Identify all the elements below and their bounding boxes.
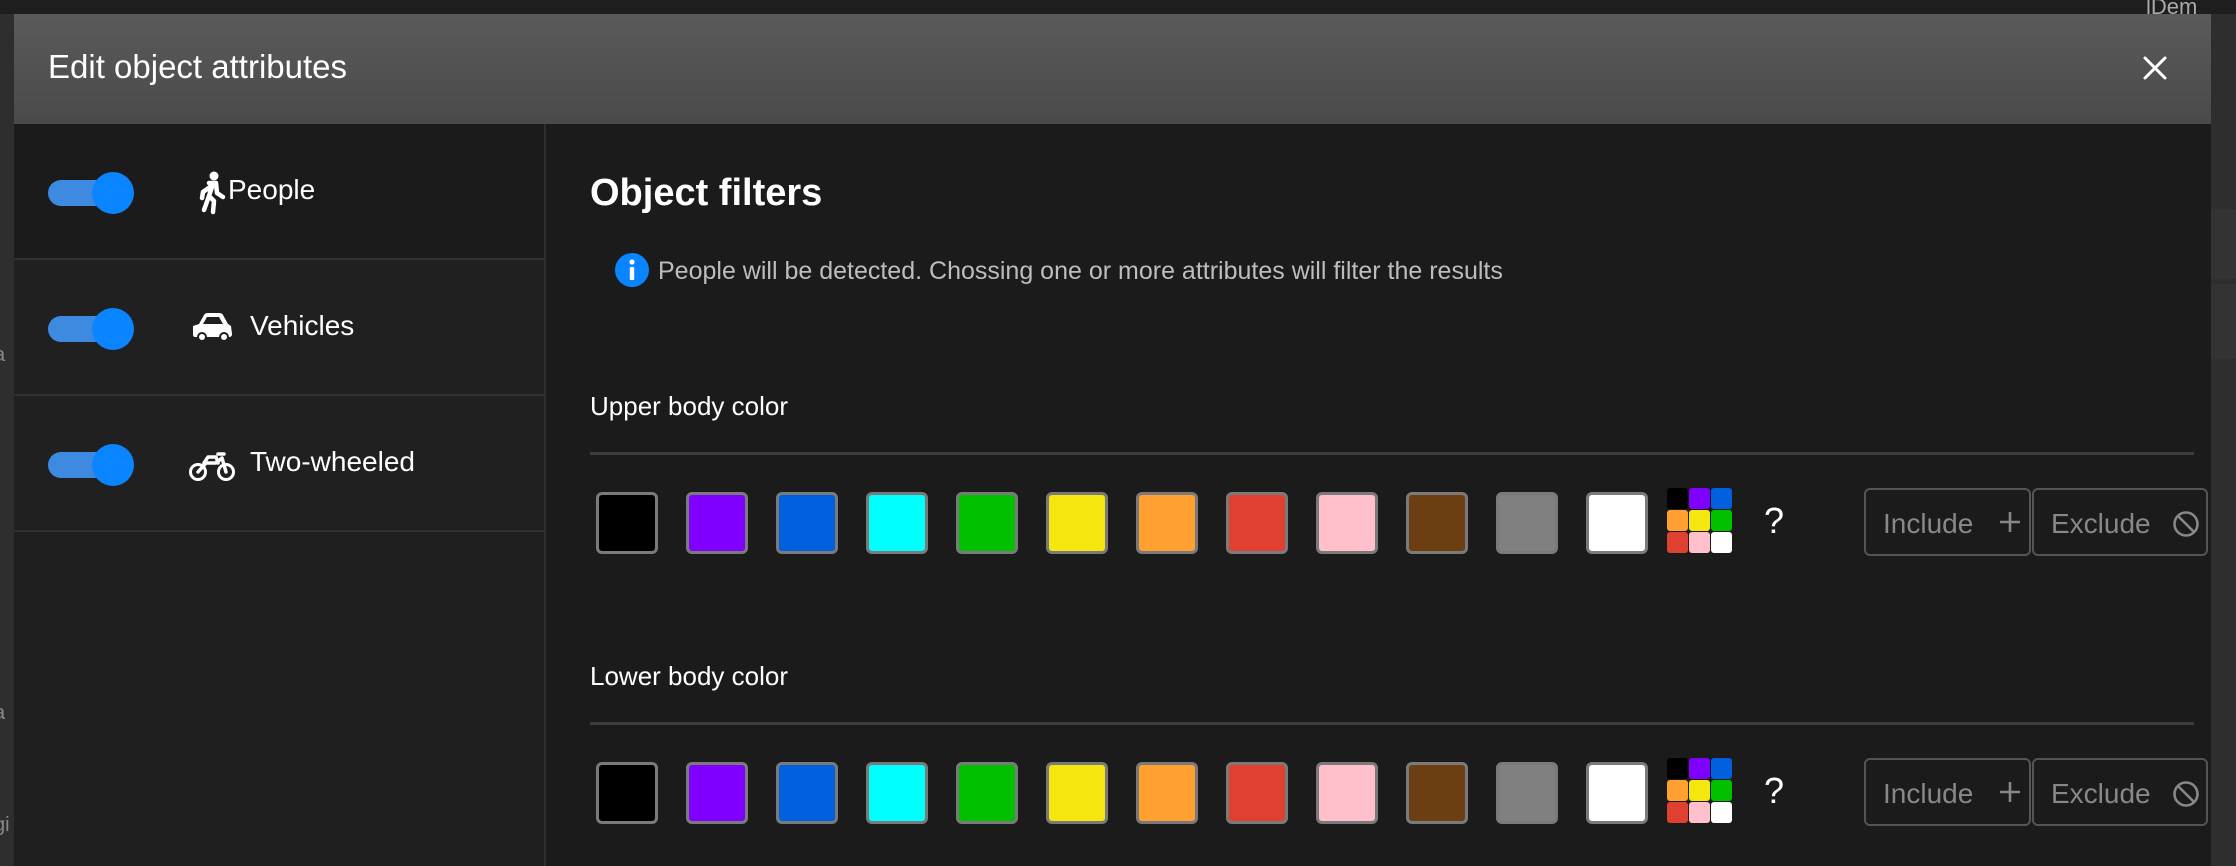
color-swatch-yellow[interactable] xyxy=(1046,762,1108,824)
multicolor-swatch[interactable] xyxy=(1667,758,1733,824)
color-swatch-red[interactable] xyxy=(1226,492,1288,554)
toggle-knob xyxy=(92,444,134,486)
motorcycle-icon xyxy=(189,452,235,481)
background-left-panel: i a a gi xyxy=(0,14,14,866)
color-swatch-blue[interactable] xyxy=(776,492,838,554)
section-divider xyxy=(590,722,2194,725)
color-swatch-blue[interactable] xyxy=(776,762,838,824)
panel-title: Object filters xyxy=(590,172,823,214)
color-swatch-gray[interactable] xyxy=(1496,492,1558,554)
include-label: Include xyxy=(1883,778,1974,809)
exclude-label: Exclude xyxy=(2051,778,2151,809)
unknown-color-option[interactable]: ? xyxy=(1764,770,1784,812)
background-fragment: a xyxy=(0,344,5,367)
color-swatch-cyan[interactable] xyxy=(866,762,928,824)
plus-icon xyxy=(2000,782,2020,802)
color-swatch-purple[interactable] xyxy=(686,762,748,824)
background-fragment: a xyxy=(0,702,5,725)
sidebar-item-vehicles[interactable]: Vehicles xyxy=(14,260,544,396)
upper-body-color-row: ? Include Exclude xyxy=(590,478,2208,558)
background-user-label: lDem xyxy=(2146,0,2198,14)
edit-object-attributes-dialog: Edit object attributes People Vehicles T… xyxy=(14,14,2211,866)
color-swatch-pink[interactable] xyxy=(1316,762,1378,824)
dialog-header: Edit object attributes xyxy=(14,14,2211,124)
exclude-button[interactable]: Exclude xyxy=(2032,488,2208,556)
include-label: Include xyxy=(1883,508,1974,539)
color-swatch-red[interactable] xyxy=(1226,762,1288,824)
include-button[interactable]: Include xyxy=(1864,488,2031,556)
color-swatch-yellow[interactable] xyxy=(1046,492,1108,554)
color-swatch-black[interactable] xyxy=(596,762,658,824)
background-right-panel xyxy=(2211,14,2236,866)
info-message: People will be detected. Chossing one or… xyxy=(658,257,1503,285)
lower-body-color-label: Lower body color xyxy=(590,661,788,691)
include-button[interactable]: Include xyxy=(1864,758,2031,826)
background-app-bar xyxy=(0,0,2236,14)
background-row xyxy=(2211,284,2236,359)
object-filters-panel: Object filters People will be detected. … xyxy=(574,124,2208,866)
block-icon xyxy=(2173,781,2199,807)
sidebar-item-label: Two-wheeled xyxy=(250,446,415,477)
color-swatch-white[interactable] xyxy=(1586,762,1648,824)
sidebar-item-label: People xyxy=(228,174,316,205)
color-swatch-brown[interactable] xyxy=(1406,762,1468,824)
color-swatch-green[interactable] xyxy=(956,492,1018,554)
color-swatch-pink[interactable] xyxy=(1316,492,1378,554)
people-toggle[interactable] xyxy=(48,168,134,216)
sidebar-item-label: Vehicles xyxy=(250,310,355,341)
background-row xyxy=(2211,209,2236,279)
sidebar-item-two-wheeled[interactable]: Two-wheeled xyxy=(14,396,544,532)
multicolor-swatch[interactable] xyxy=(1667,488,1733,554)
color-swatch-brown[interactable] xyxy=(1406,492,1468,554)
info-icon xyxy=(615,253,649,287)
close-icon[interactable] xyxy=(2137,50,2173,86)
object-type-sidebar: People Vehicles Two-wheeled xyxy=(14,124,546,866)
two-wheeled-toggle[interactable] xyxy=(48,440,134,488)
dialog-title: Edit object attributes xyxy=(48,48,347,85)
upper-body-color-label: Upper body color xyxy=(590,391,788,421)
toggle-knob xyxy=(92,172,134,214)
section-divider xyxy=(590,452,2194,455)
vehicles-toggle[interactable] xyxy=(48,304,134,352)
color-swatch-black[interactable] xyxy=(596,492,658,554)
color-swatch-green[interactable] xyxy=(956,762,1018,824)
sidebar-item-people[interactable]: People xyxy=(14,124,544,260)
color-swatch-orange[interactable] xyxy=(1136,762,1198,824)
block-icon xyxy=(2173,511,2199,537)
background-fragment: gi xyxy=(0,814,10,836)
exclude-button[interactable]: Exclude xyxy=(2032,758,2208,826)
color-swatch-gray[interactable] xyxy=(1496,762,1558,824)
plus-icon xyxy=(2000,512,2020,532)
person-walking-icon xyxy=(199,171,226,215)
color-swatch-purple[interactable] xyxy=(686,492,748,554)
color-swatch-orange[interactable] xyxy=(1136,492,1198,554)
color-swatch-cyan[interactable] xyxy=(866,492,928,554)
exclude-label: Exclude xyxy=(2051,508,2151,539)
color-swatch-white[interactable] xyxy=(1586,492,1648,554)
lower-body-color-row: ? Include Exclude xyxy=(590,748,2208,828)
unknown-color-option[interactable]: ? xyxy=(1764,500,1784,542)
car-icon xyxy=(193,313,232,342)
toggle-knob xyxy=(92,308,134,350)
